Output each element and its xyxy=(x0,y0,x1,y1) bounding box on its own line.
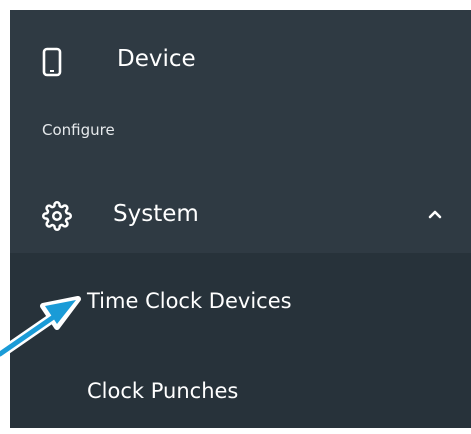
sidebar-item-device[interactable]: Device xyxy=(10,10,471,110)
tablet-icon xyxy=(42,47,62,77)
system-submenu: Time Clock Devices Clock Punches xyxy=(10,253,471,428)
submenu-item-clock-punches[interactable]: Clock Punches xyxy=(10,341,471,425)
section-header-configure: Configure xyxy=(42,121,115,139)
submenu-item-label: Time Clock Devices xyxy=(87,289,292,313)
submenu-item-label: Clock Punches xyxy=(87,379,239,403)
gear-icon xyxy=(42,201,72,231)
submenu-item-time-clock-devices[interactable]: Time Clock Devices xyxy=(10,253,471,337)
sidebar-item-system[interactable]: System xyxy=(10,175,471,253)
sidebar-item-label: System xyxy=(113,201,199,227)
sidebar-nav: Device Configure System Time Clock Devic… xyxy=(10,10,471,428)
chevron-up-icon[interactable] xyxy=(428,209,442,219)
sidebar-item-label: Device xyxy=(117,46,196,72)
